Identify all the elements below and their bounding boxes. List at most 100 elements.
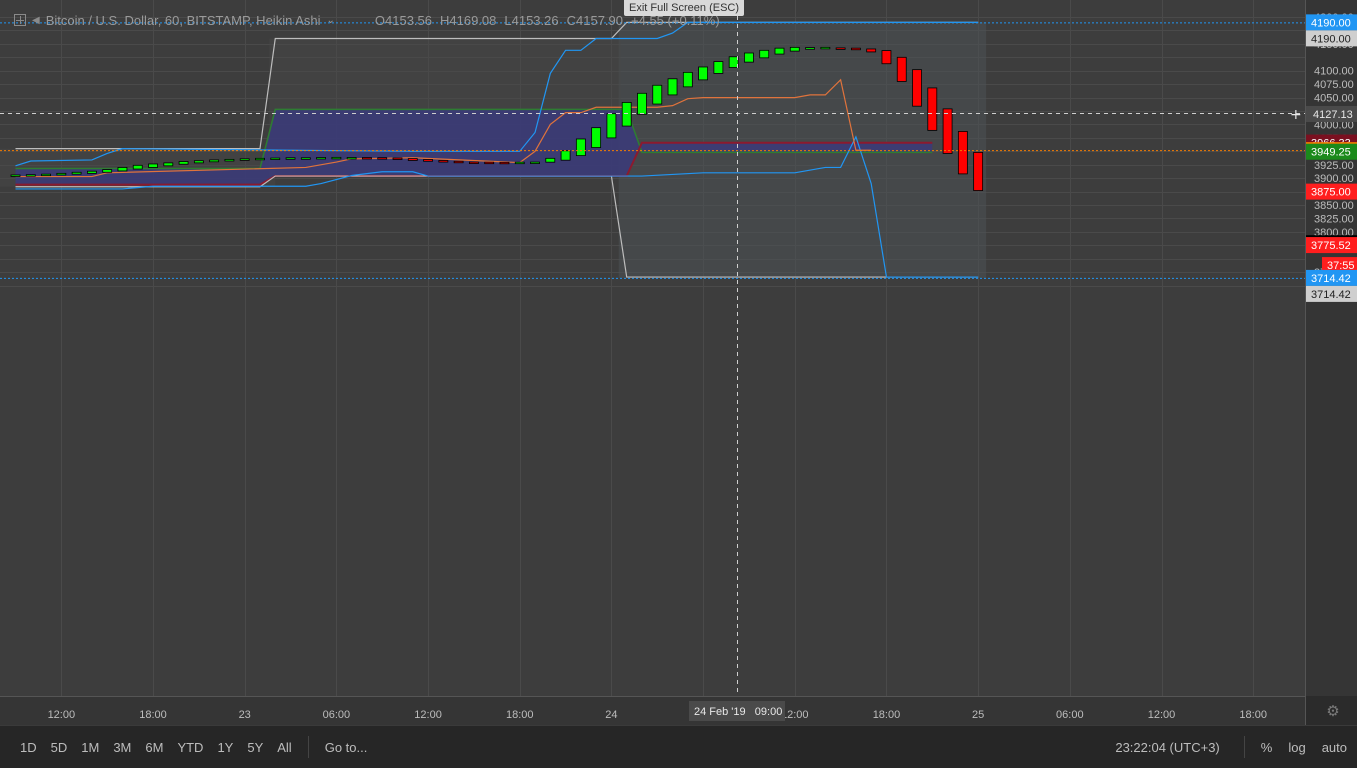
candle-bear bbox=[392, 157, 403, 160]
candle-bull bbox=[132, 164, 143, 170]
x-tick-label: 12:00 bbox=[414, 709, 442, 721]
low-value: L4153.26 bbox=[504, 12, 559, 28]
x-tick-label: 12:00 bbox=[781, 709, 809, 721]
range-3m[interactable]: 3M bbox=[113, 740, 131, 755]
candle-bear bbox=[407, 158, 418, 161]
candle-bull bbox=[682, 71, 693, 88]
candle-bear bbox=[957, 131, 968, 175]
candle-bull bbox=[637, 92, 647, 115]
candle-bear bbox=[896, 56, 907, 82]
candle-bull bbox=[759, 49, 770, 59]
candle-bull bbox=[789, 46, 800, 52]
candle-bull bbox=[148, 163, 158, 168]
y-tick-label: 4075.00 bbox=[1314, 79, 1354, 91]
x-tick-label: 06:00 bbox=[1056, 709, 1084, 721]
candle-bull bbox=[744, 52, 754, 63]
candle-bull bbox=[255, 157, 265, 161]
candle-bear bbox=[942, 108, 953, 154]
candle-bull bbox=[774, 47, 785, 55]
candle-bull bbox=[239, 158, 250, 161]
candle-bull bbox=[193, 160, 204, 164]
range-ytd[interactable]: YTD bbox=[177, 740, 203, 755]
candle-bear bbox=[484, 161, 495, 165]
symbol-title[interactable]: Bitcoin / U.S. Dollar, 60, BITSTAMP, Hei… bbox=[46, 13, 321, 28]
percent-toggle[interactable]: % bbox=[1261, 740, 1273, 755]
candle-bear bbox=[835, 47, 846, 50]
candle-bear bbox=[912, 69, 922, 107]
settings-gear-icon[interactable]: ⚙ bbox=[1325, 704, 1341, 720]
candle-bull bbox=[805, 47, 815, 50]
candle-bull bbox=[652, 84, 663, 105]
candle-bull bbox=[71, 171, 82, 175]
range-5d[interactable]: 5D bbox=[51, 740, 68, 755]
candle-bull bbox=[820, 46, 831, 50]
price-badge-label: 3875.00 bbox=[1311, 187, 1351, 199]
close-value: C4157.90 bbox=[566, 12, 624, 28]
y-tick-label: 3825.00 bbox=[1314, 213, 1354, 225]
y-tick-label: 4100.00 bbox=[1314, 66, 1354, 78]
x-tick-label: 25 bbox=[972, 709, 984, 721]
x-tick-label: 18:00 bbox=[1239, 709, 1267, 721]
candle-bull bbox=[178, 161, 189, 165]
goto-button[interactable]: Go to... bbox=[325, 740, 368, 755]
candle-bull bbox=[300, 157, 311, 160]
y-tick-label: 3850.00 bbox=[1314, 200, 1354, 212]
bottom-toolbar: 1D 5D 1M 3M 6M YTD 1Y 5Y All Go to... 23… bbox=[0, 725, 1357, 768]
candle-bear bbox=[468, 161, 479, 164]
candle-bull bbox=[209, 159, 220, 163]
price-badge-label: 3714.42 bbox=[1311, 289, 1351, 301]
toolbar-separator bbox=[307, 736, 309, 758]
add-study-icon[interactable] bbox=[14, 14, 26, 26]
log-toggle[interactable]: log bbox=[1288, 740, 1305, 755]
price-chart[interactable]: 4200.004150.004100.004075.004050.004025.… bbox=[0, 0, 1357, 725]
time-scale[interactable] bbox=[0, 696, 1305, 725]
price-badge-label: 3775.52 bbox=[1311, 240, 1351, 252]
candle-bull bbox=[102, 169, 113, 173]
range-all[interactable]: All bbox=[277, 740, 291, 755]
x-tick-label: 18:00 bbox=[506, 709, 534, 721]
range-1d[interactable]: 1D bbox=[20, 740, 37, 755]
x-tick-label: 12:00 bbox=[48, 709, 76, 721]
range-1m[interactable]: 1M bbox=[81, 740, 99, 755]
candle-bull bbox=[621, 102, 632, 127]
range-6m[interactable]: 6M bbox=[145, 740, 163, 755]
candle-bear bbox=[362, 157, 372, 160]
candle-bull bbox=[713, 61, 724, 74]
candle-bull bbox=[41, 173, 51, 177]
chart-legend: ◀ Bitcoin / U.S. Dollar, 60, BITSTAMP, H… bbox=[14, 10, 720, 30]
x-tick-label: 18:00 bbox=[139, 709, 167, 721]
candle-bear bbox=[377, 157, 388, 160]
candle-bull bbox=[270, 157, 281, 160]
y-tick-label: 4050.00 bbox=[1314, 93, 1354, 105]
crosshair-time-label: 24 Feb '19 09:00 bbox=[694, 706, 782, 718]
price-badge-label: 4190.00 bbox=[1311, 33, 1351, 45]
candle-bull bbox=[224, 158, 235, 162]
candle-bull bbox=[163, 162, 174, 167]
collapse-icon[interactable]: ◀ bbox=[32, 15, 40, 26]
candle-bull bbox=[530, 161, 540, 164]
toolbar-separator-right bbox=[1243, 736, 1245, 758]
candle-bear bbox=[453, 160, 464, 164]
candle-bull bbox=[331, 156, 342, 160]
candle-bear bbox=[973, 151, 984, 191]
toolbar-right: 23:22:04 (UTC+3) % log auto bbox=[1115, 736, 1347, 758]
candle-bear bbox=[438, 160, 449, 163]
exit-fullscreen-button[interactable]: Exit Full Screen (ESC) bbox=[624, 0, 745, 16]
y-tick-label: 3925.00 bbox=[1314, 160, 1354, 172]
candle-bull bbox=[25, 174, 36, 177]
x-tick-label: 24 bbox=[605, 709, 617, 721]
candle-bull bbox=[514, 161, 525, 165]
candle-bull bbox=[87, 170, 97, 174]
date-ranges: 1D 5D 1M 3M 6M YTD 1Y 5Y All bbox=[20, 740, 292, 755]
candle-bear bbox=[423, 159, 433, 162]
range-5y[interactable]: 5Y bbox=[247, 740, 263, 755]
clock-timezone[interactable]: 23:22:04 (UTC+3) bbox=[1115, 740, 1219, 755]
chevron-down-icon[interactable]: ⌄ bbox=[327, 15, 335, 26]
candle-bull bbox=[285, 157, 296, 160]
y-tick-label: 3900.00 bbox=[1314, 173, 1354, 185]
price-badge-label: 3714.42 bbox=[1311, 273, 1351, 285]
candle-bull bbox=[316, 157, 327, 160]
range-1y[interactable]: 1Y bbox=[217, 740, 233, 755]
auto-toggle[interactable]: auto bbox=[1322, 740, 1347, 755]
x-tick-label: 06:00 bbox=[323, 709, 351, 721]
